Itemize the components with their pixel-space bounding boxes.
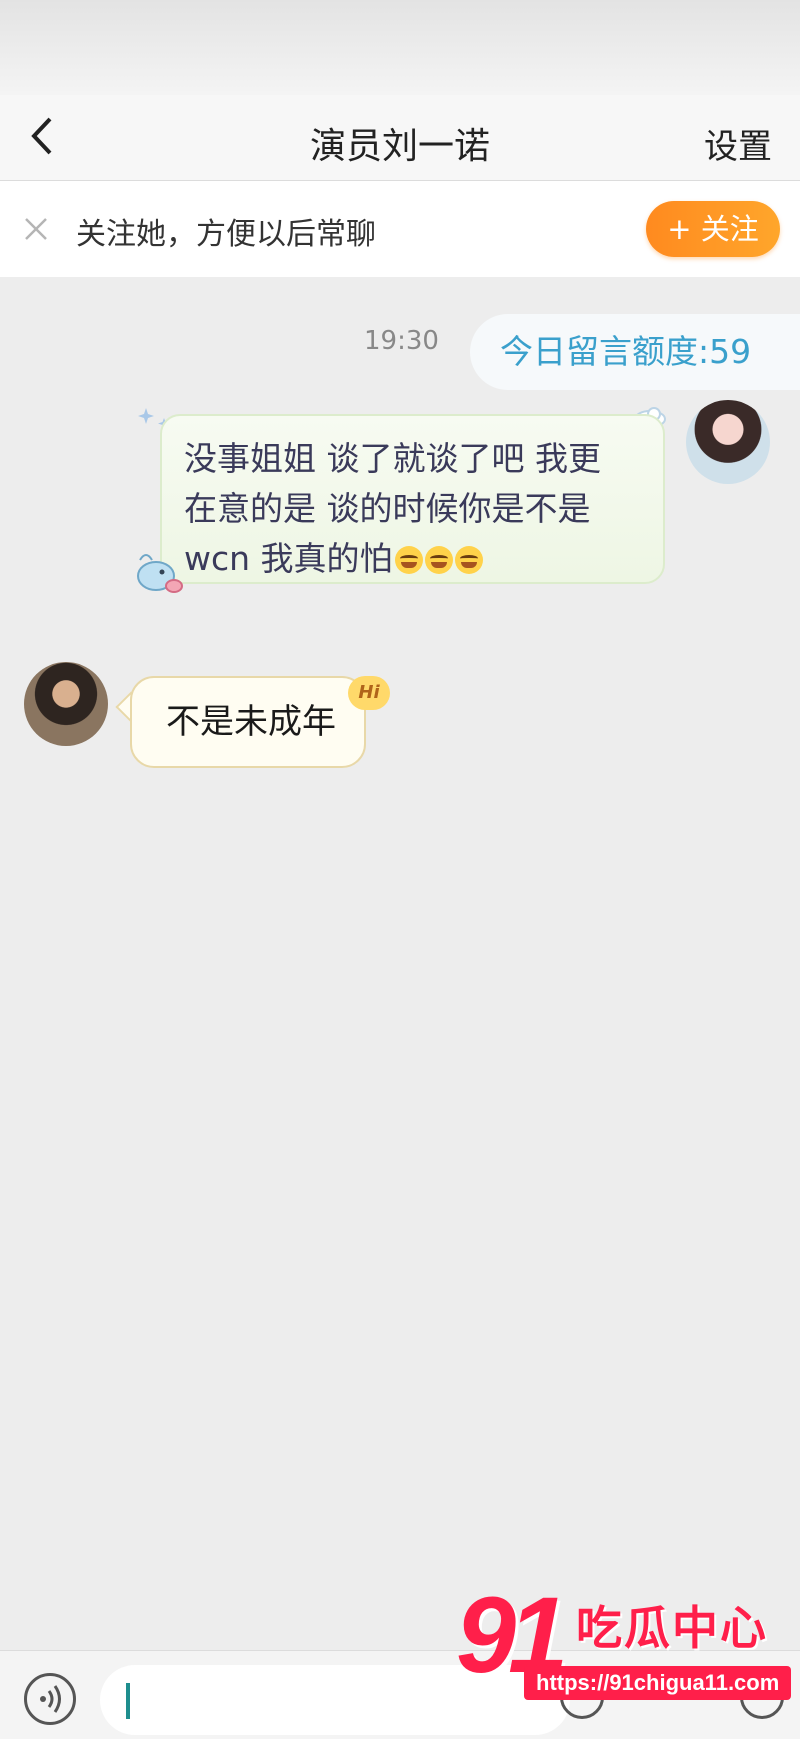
whale-sticker-icon (137, 554, 183, 593)
hi-badge: Hi (348, 676, 390, 710)
message-line: 没事姐姐 谈了就谈了吧 我更 (184, 439, 601, 478)
status-bar (0, 0, 800, 95)
avatar-recipient[interactable] (24, 662, 108, 746)
chat-header: 演员刘一诺 设置 (0, 95, 800, 181)
message-line: 在意的是 谈的时候你是不是 (184, 489, 591, 528)
watermark-url: https://91chigua11.com (524, 1666, 792, 1700)
text-caret (126, 1683, 130, 1719)
message-line: wcn 我真的怕 (184, 534, 641, 584)
message-timestamp: 19:30 (364, 326, 439, 356)
follow-prompt-text: 关注她，方便以后常聊 (76, 217, 376, 252)
incoming-message-bubble: 没事姐姐 谈了就谈了吧 我更 在意的是 谈的时候你是不是 wcn 我真的怕 (160, 414, 665, 584)
avatar-sender[interactable] (686, 400, 770, 484)
crying-emoji-icon (394, 546, 423, 574)
voice-button[interactable] (24, 1673, 76, 1725)
quota-notice: 今日留言额度:59 (470, 314, 800, 390)
follow-banner: 关注她，方便以后常聊 + 关注 (0, 181, 800, 277)
watermark-logo: 91 吃瓜中心 https://91chigua11.com (456, 1574, 796, 1712)
message-line-text: wcn 我真的怕 (184, 539, 393, 578)
close-icon[interactable] (20, 213, 52, 245)
page-title: 演员刘一诺 (309, 126, 490, 167)
voice-wave-icon (40, 1685, 61, 1713)
follow-button[interactable]: + 关注 (646, 201, 780, 257)
watermark-name: 吃瓜中心 (576, 1601, 768, 1655)
settings-button[interactable]: 设置 (704, 119, 772, 168)
outgoing-message-bubble: 不是未成年 (130, 676, 366, 768)
crying-emoji-icon (424, 546, 453, 574)
crying-emoji-icon (454, 546, 483, 574)
